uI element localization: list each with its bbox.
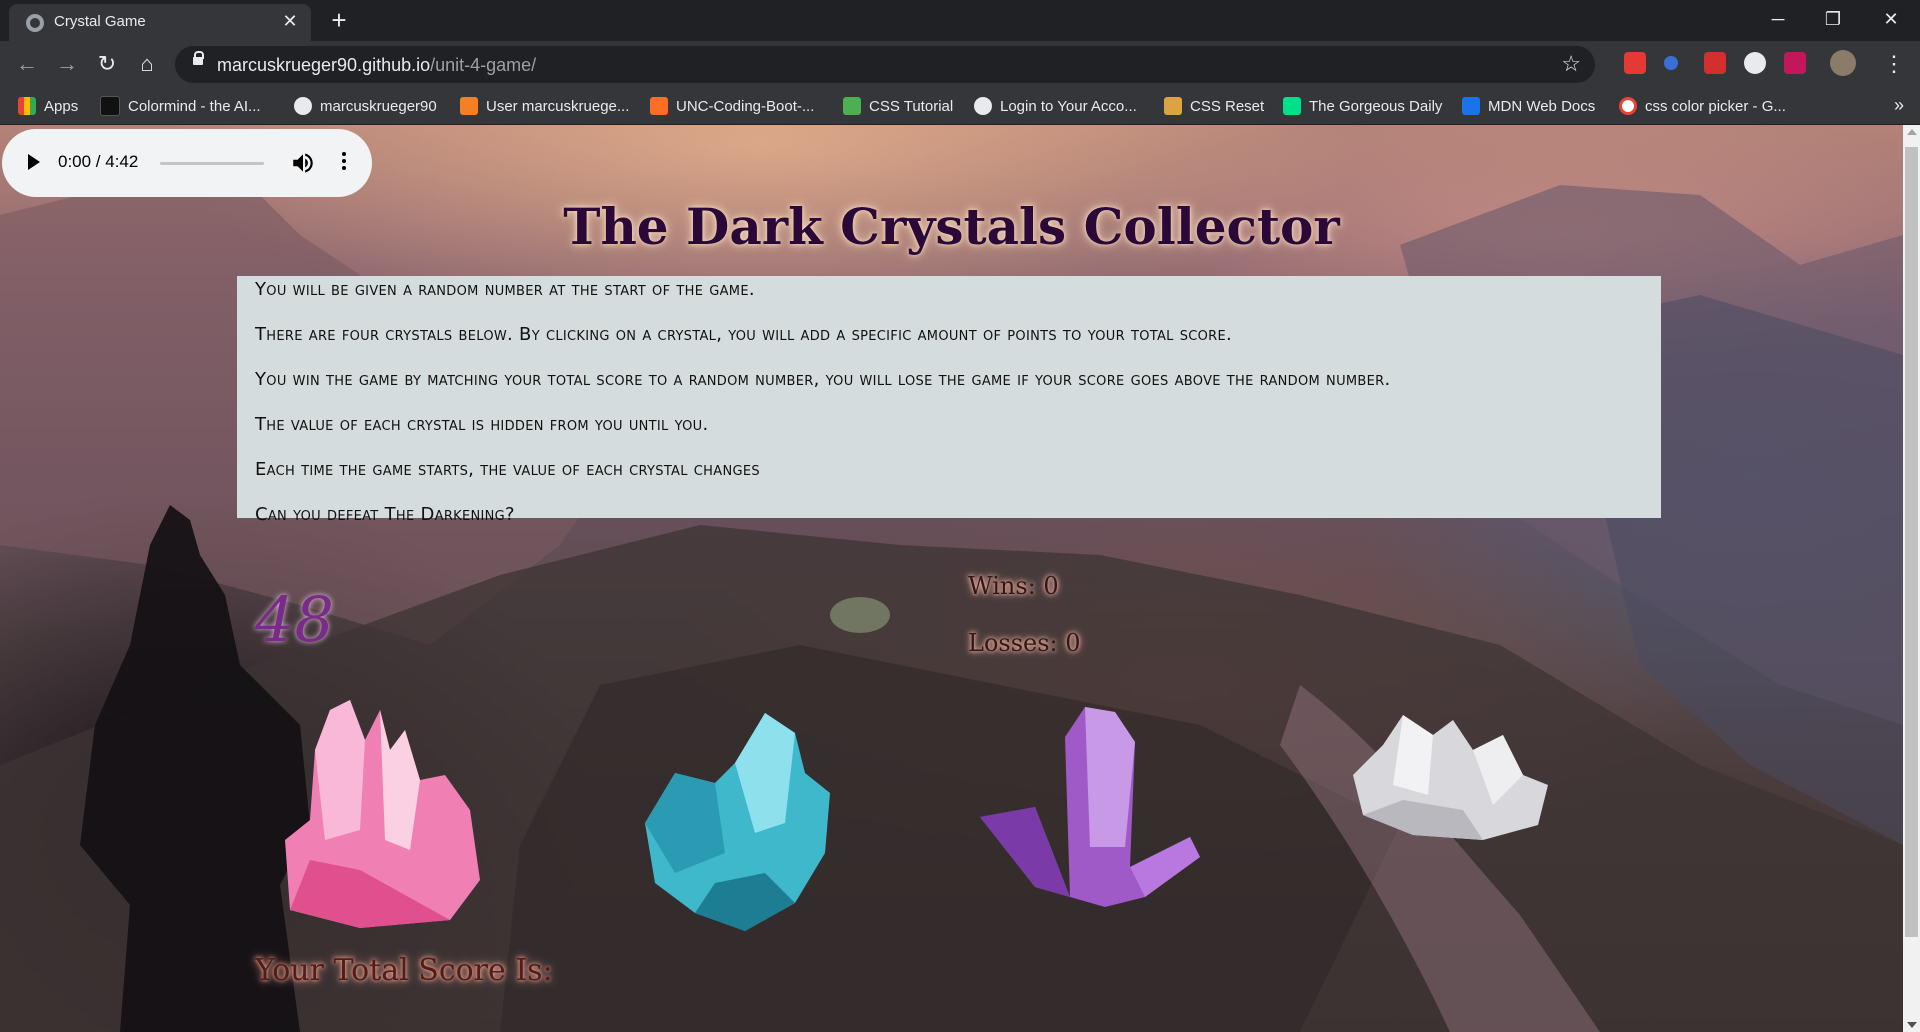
rule-text: There are four crystals below. By clicki… — [255, 324, 1233, 345]
address-bar[interactable]: marcuskrueger90.github.io/unit-4-game/ ☆ — [175, 46, 1595, 83]
bookmark-apps[interactable]: Apps — [18, 96, 78, 116]
bookmark-mdn[interactable]: MDN Web Docs — [1462, 96, 1595, 116]
bookmark-stackoverflow[interactable]: User marcuskruege... — [460, 96, 629, 116]
stackoverflow-icon — [460, 97, 478, 115]
window-close-icon[interactable]: ✕ — [1871, 6, 1911, 32]
audio-time: 0:00 / 4:42 — [58, 152, 139, 171]
mdn-icon — [1462, 97, 1480, 115]
gitlab-icon — [650, 97, 668, 115]
extension-translate-icon[interactable] — [1664, 56, 1678, 70]
audio-seek-bar[interactable] — [160, 162, 264, 165]
bookmark-colormind[interactable]: Colormind - the AI... — [100, 96, 261, 116]
extension-video-icon[interactable] — [1624, 52, 1646, 74]
lock-icon — [193, 51, 204, 65]
home-icon[interactable]: ⌂ — [133, 50, 161, 78]
tab-title: Crystal Game — [54, 13, 146, 30]
rule-text: The value of each crystal is hidden from… — [255, 414, 709, 435]
restore-icon[interactable]: ❐ — [1813, 6, 1853, 32]
w3schools-icon — [843, 97, 861, 115]
gorgeous-daily-icon — [1283, 97, 1301, 115]
bookmark-star-icon[interactable]: ☆ — [1561, 51, 1581, 77]
audio-player: 0:00 / 4:42 — [2, 129, 372, 197]
bookmark-color-picker[interactable]: css color picker - G... — [1619, 96, 1786, 116]
reload-icon[interactable]: ↻ — [93, 50, 121, 78]
bookmarks-bar: Apps Colormind - the AI... marcuskrueger… — [0, 88, 1920, 125]
globe-bookmark-icon — [974, 97, 992, 115]
rule-text: You win the game by matching your total … — [255, 369, 1391, 390]
rules-panel: You will be given a random number at the… — [237, 276, 1661, 525]
bookmark-login[interactable]: Login to Your Acco... — [974, 96, 1137, 116]
extension-pocket-icon[interactable] — [1784, 52, 1806, 74]
bookmark-css-reset[interactable]: CSS Reset — [1164, 96, 1264, 116]
new-tab-button[interactable]: + — [325, 6, 353, 34]
css-reset-icon — [1164, 97, 1182, 115]
rule-text: Each time the game starts, the value of … — [255, 459, 760, 480]
extension-pdf-icon[interactable] — [1704, 52, 1726, 74]
extension-circle-icon[interactable] — [1744, 52, 1766, 74]
back-icon[interactable]: ← — [13, 50, 41, 78]
scroll-thumb[interactable] — [1905, 147, 1918, 937]
wins-counter: Wins: 0 — [968, 572, 1059, 600]
bookmark-gorgeous-daily[interactable]: The Gorgeous Daily — [1283, 96, 1442, 116]
github-icon — [294, 97, 312, 115]
volume-icon[interactable] — [290, 150, 316, 176]
profile-avatar[interactable] — [1830, 50, 1856, 76]
total-score-label: Your Total Score Is: — [255, 953, 553, 988]
browser-tab[interactable]: Crystal Game ✕ — [9, 4, 311, 41]
apps-grid-icon — [18, 97, 36, 115]
losses-counter: Losses: 0 — [968, 629, 1081, 657]
pink-crystal[interactable] — [270, 690, 490, 930]
vertical-scrollbar[interactable] — [1903, 125, 1920, 1032]
scroll-up-icon[interactable] — [1907, 129, 1917, 135]
globe-icon — [26, 14, 44, 32]
play-icon[interactable] — [28, 154, 40, 170]
blue-crystal[interactable] — [635, 703, 845, 933]
forward-icon[interactable]: → — [53, 50, 81, 78]
colormind-icon — [100, 96, 120, 116]
google-icon — [1619, 97, 1637, 115]
bookmark-gitlab[interactable]: UNC-Coding-Boot-... — [650, 96, 814, 116]
rule-text: You will be given a random number at the… — [255, 279, 755, 300]
url-text: marcuskrueger90.github.io/unit-4-game/ — [217, 55, 537, 75]
rule-text: Can you defeat The Darkening? — [255, 504, 515, 525]
bookmarks-overflow-icon[interactable]: » — [1894, 95, 1904, 116]
minimize-icon[interactable]: ─ — [1758, 6, 1798, 32]
purple-crystal[interactable] — [975, 697, 1205, 927]
audio-more-options-icon[interactable] — [341, 149, 347, 177]
page-viewport: 0:00 / 4:42 The Dark Crystals Collector … — [0, 125, 1903, 1032]
scroll-down-icon[interactable] — [1907, 1022, 1917, 1028]
close-tab-icon[interactable]: ✕ — [279, 10, 301, 32]
bookmark-github[interactable]: marcuskrueger90 — [294, 96, 437, 116]
browser-toolbar: ← → ↻ ⌂ marcuskrueger90.github.io/unit-4… — [0, 41, 1920, 88]
browser-menu-icon[interactable]: ⋮ — [1880, 50, 1908, 78]
bookmark-css-tutorial[interactable]: CSS Tutorial — [843, 96, 953, 116]
tab-strip: Crystal Game ✕ + ─ ❐ ✕ — [0, 0, 1920, 41]
random-target-number: 48 — [255, 583, 334, 656]
white-crystal[interactable] — [1343, 705, 1553, 845]
page-title: The Dark Crystals Collector — [563, 197, 1340, 256]
